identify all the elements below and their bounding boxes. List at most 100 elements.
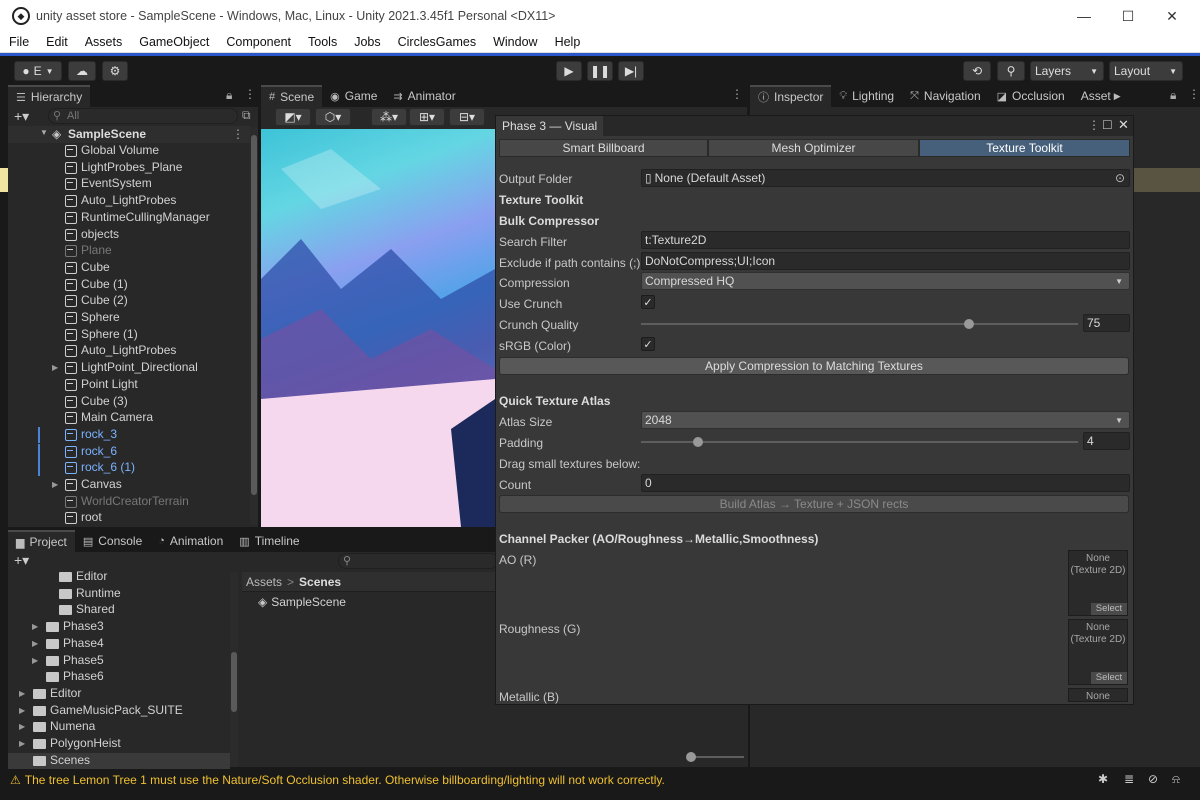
menu-file[interactable]: File <box>6 35 32 49</box>
tab-inspector[interactable]: ⓘ Inspector <box>750 85 832 107</box>
layers-dropdown[interactable]: Layers ▼ <box>1030 61 1104 81</box>
minimize-button[interactable]: — <box>1062 0 1106 32</box>
scrollbar-thumb[interactable] <box>231 652 237 712</box>
project-search-input[interactable]: ⚲ <box>338 553 498 569</box>
menu-circlesgames[interactable]: CirclesGames <box>395 35 480 49</box>
project-folder-item[interactable]: ▶ Editor <box>8 686 230 702</box>
progress-icon[interactable]: ⊘ <box>1148 772 1158 786</box>
expand-arrow-icon[interactable]: ▶ <box>19 722 25 731</box>
slot-select-button[interactable]: Select <box>1091 672 1127 684</box>
hierarchy-scrollbar[interactable] <box>250 127 258 525</box>
expand-arrow-icon[interactable]: ▶ <box>52 363 58 372</box>
status-message[interactable]: The tree Lemon Tree 1 must use the Natur… <box>25 773 665 787</box>
project-folder-item[interactable]: ▶ Phase4 <box>8 636 230 652</box>
project-folder-item[interactable]: Shared <box>8 602 230 618</box>
layout-dropdown[interactable]: Layout ▼ <box>1109 61 1183 81</box>
project-file-item[interactable]: ◈ SampleScene <box>258 595 346 609</box>
slot-select-button[interactable]: Select <box>1091 603 1127 615</box>
lock-icon[interactable]: 🔒︎ <box>1170 88 1176 103</box>
bell-icon[interactable]: ⍾ <box>1172 772 1180 787</box>
tab-timeline[interactable]: ▥ Timeline <box>231 530 307 552</box>
cloud-icon[interactable]: ☁ <box>68 61 96 81</box>
render-mode-button[interactable]: ⬡▾ <box>315 108 351 126</box>
maximize-button[interactable]: ☐ <box>1106 0 1150 32</box>
tab-hierarchy[interactable]: ☰ Hierarchy <box>8 85 91 107</box>
hierarchy-search-input[interactable]: ⚲ All <box>48 108 238 124</box>
menu-jobs[interactable]: Jobs <box>351 35 383 49</box>
collab-icon[interactable]: ⚙ <box>102 61 128 81</box>
tab-project[interactable]: ▆ Project <box>8 530 75 552</box>
tab-animator[interactable]: ⇉ Animator <box>385 85 463 107</box>
more-menu-icon[interactable]: ⋮ <box>1188 87 1200 101</box>
project-folder-item[interactable]: ▶ Numena <box>8 719 230 735</box>
scene-menu-icon[interactable]: ⋮ <box>232 127 244 141</box>
maximize-icon[interactable]: ☐ <box>1102 118 1113 132</box>
padding-knob[interactable] <box>692 437 703 447</box>
crunch-quality-input[interactable]: 75 <box>1083 314 1130 332</box>
menu-help[interactable]: Help <box>552 35 584 49</box>
tab-scene[interactable]: # Scene <box>261 85 323 107</box>
history-icon[interactable]: ⟲ <box>963 61 991 81</box>
menu-edit[interactable]: Edit <box>43 35 71 49</box>
zoom-slider-knob[interactable] <box>686 752 696 762</box>
project-folder-item[interactable]: ▶ GameMusicPack_SUITE <box>8 703 230 719</box>
use-crunch-checkbox[interactable]: ✓ <box>641 295 655 309</box>
crunch-quality-slider[interactable] <box>641 319 1078 329</box>
project-tree-scrollbar[interactable] <box>230 572 238 767</box>
project-folder-item[interactable]: ▶ Phase5 <box>8 653 230 669</box>
search-filter-input[interactable]: t:Texture2D <box>641 231 1130 249</box>
tab-console[interactable]: ▤ Console <box>75 530 150 552</box>
roughness-texture-slot[interactable]: None (Texture 2D) Select <box>1068 619 1128 685</box>
padding-input[interactable]: 4 <box>1083 432 1130 450</box>
project-folder-item[interactable]: ▶ Phase3 <box>8 619 230 635</box>
tab-navigation[interactable]: ⤧ Navigation <box>902 85 989 107</box>
scene-view-icon[interactable]: ⧉ <box>242 108 251 123</box>
project-folder-item[interactable]: Runtime <box>8 586 230 602</box>
add-icon[interactable]: +▾ <box>14 552 29 569</box>
pause-button[interactable]: ❚❚ <box>587 61 613 81</box>
object-picker-icon[interactable]: ⊙ <box>1115 171 1125 185</box>
build-atlas-button[interactable]: Build Atlas → Texture + JSON rects <box>499 495 1129 513</box>
expand-arrow-icon[interactable]: ▶ <box>32 639 38 648</box>
phase3-title[interactable]: Phase 3 — Visual <box>496 116 604 136</box>
more-menu-icon[interactable]: ⋮ <box>731 87 743 101</box>
metallic-texture-slot[interactable]: None <box>1068 688 1128 702</box>
tab-game[interactable]: ◉ Game <box>322 85 385 107</box>
apply-compression-button[interactable]: Apply Compression to Matching Textures <box>499 357 1129 375</box>
ao-texture-slot[interactable]: None (Texture 2D) Select <box>1068 550 1128 616</box>
breadcrumb-assets[interactable]: Assets <box>246 575 282 589</box>
tab-lighting[interactable]: 💡︎ Lighting <box>831 85 902 107</box>
tab-asset[interactable]: Asset ▶ <box>1073 85 1134 107</box>
menu-assets[interactable]: Assets <box>82 35 126 49</box>
menu-gameobject[interactable]: GameObject <box>136 35 212 49</box>
zoom-slider[interactable] <box>686 752 744 762</box>
grid-button[interactable]: ⊟▾ <box>449 108 485 126</box>
scrollbar-thumb[interactable] <box>251 135 257 495</box>
play-button[interactable]: ▶ <box>556 61 582 81</box>
draw-mode-button[interactable]: ◩▾ <box>275 108 311 126</box>
lock-icon[interactable]: 🔒︎ <box>226 88 232 103</box>
atlas-size-dropdown[interactable]: 2048 ▼ <box>641 411 1130 429</box>
gizmo-button[interactable]: ⁂▾ <box>371 108 407 126</box>
crunch-quality-knob[interactable] <box>963 319 974 329</box>
compression-dropdown[interactable]: Compressed HQ ▼ <box>641 272 1130 290</box>
project-folder-item[interactable]: Phase6 <box>8 669 230 685</box>
project-folder-item[interactable]: Editor <box>8 569 230 585</box>
add-icon[interactable]: +▾ <box>14 108 29 125</box>
menu-tools[interactable]: Tools <box>305 35 340 49</box>
expand-arrow-icon[interactable]: ▶ <box>19 706 25 715</box>
expand-arrow-icon[interactable]: ▶ <box>19 739 25 748</box>
stack-icon[interactable]: ≣ <box>1124 772 1134 786</box>
exclude-input[interactable]: DoNotCompress;UI;Icon <box>641 252 1130 270</box>
expand-arrow-icon[interactable]: ▼ <box>40 128 48 137</box>
menu-component[interactable]: Component <box>223 35 294 49</box>
srgb-checkbox[interactable]: ✓ <box>641 337 655 351</box>
bug-icon[interactable]: ✱ <box>1098 772 1108 786</box>
scene-row[interactable]: ▼ ◈ SampleScene ⋮ <box>8 126 250 143</box>
expand-arrow-icon[interactable]: ▶ <box>32 622 38 631</box>
tab-animation[interactable]: ◔ Animation <box>150 530 231 552</box>
scene-viewport[interactable] <box>261 129 495 527</box>
expand-arrow-icon[interactable]: ▶ <box>52 480 58 489</box>
project-folder-item[interactable]: ▶ PolygonHeist <box>8 736 230 752</box>
more-menu-icon[interactable]: ⋮ <box>244 87 256 101</box>
